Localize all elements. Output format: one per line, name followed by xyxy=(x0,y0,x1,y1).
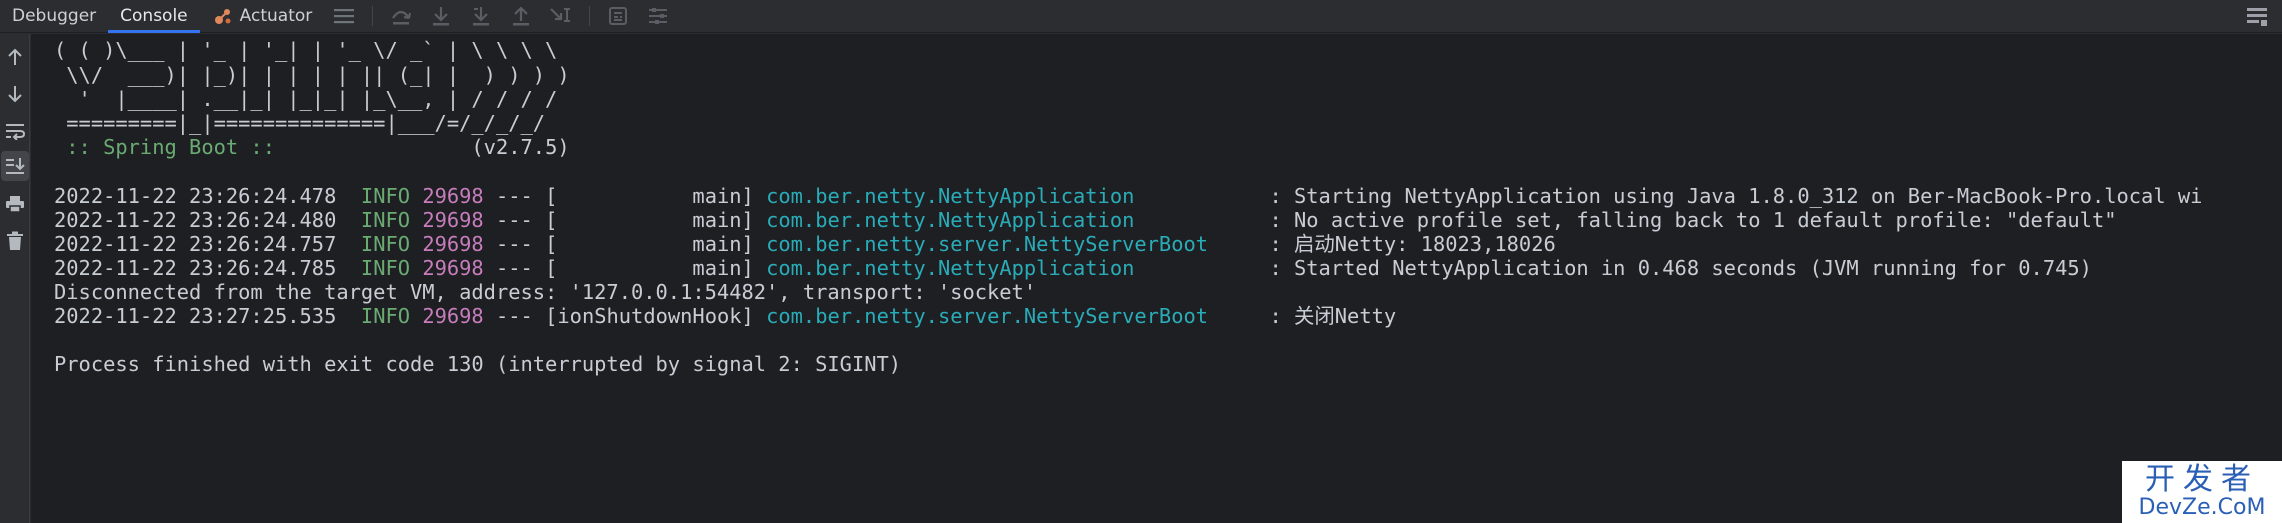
force-step-into-icon[interactable] xyxy=(466,1,496,31)
step-into-icon[interactable] xyxy=(426,1,456,31)
banner-line-1: ( ( )\___ | '_ | '_| | '_ \/ _` | \ \ \ … xyxy=(54,38,558,62)
spring-boot-label: :: Spring Boot :: xyxy=(54,135,288,159)
tab-console[interactable]: Console xyxy=(108,0,200,33)
menu-icon[interactable] xyxy=(329,1,359,31)
banner-line-2: \\/ ___)| |_)| | | | | || (_| | ) ) ) ) xyxy=(54,63,570,87)
evaluate-icon[interactable] xyxy=(603,1,633,31)
toolbar-divider xyxy=(372,6,374,26)
trace-icon[interactable] xyxy=(643,1,673,31)
clear-icon[interactable] xyxy=(1,226,29,256)
log-line: 2022-11-22 23:26:24.480 INFO 29698 --- [… xyxy=(54,208,2117,232)
tab-actuator[interactable]: Actuator xyxy=(200,0,325,33)
console-side-toolbar xyxy=(0,34,30,523)
run-to-cursor-icon[interactable] xyxy=(546,1,576,31)
spring-boot-version: (v2.7.5) xyxy=(471,135,570,159)
banner-line-4: =========|_|==============|___/=/_/_/_/ xyxy=(54,111,546,135)
scroll-up-icon[interactable] xyxy=(1,42,29,72)
watermark-logo: 开发者 DevZe.CoM xyxy=(2122,461,2282,523)
scroll-to-end-icon[interactable] xyxy=(1,151,29,181)
log-line: 2022-11-22 23:26:24.785 INFO 29698 --- [… xyxy=(54,256,2092,280)
print-icon[interactable] xyxy=(1,189,29,219)
tab-actuator-label: Actuator xyxy=(239,6,313,26)
layout-settings-icon[interactable] xyxy=(2244,4,2270,30)
watermark-bottom-text: DevZe.CoM xyxy=(2138,495,2266,520)
disconnected-line: Disconnected from the target VM, address… xyxy=(54,280,1037,304)
scroll-down-icon[interactable] xyxy=(1,79,29,109)
actuator-icon xyxy=(212,5,234,27)
tab-console-label: Console xyxy=(120,6,188,26)
banner-line-3: ' |____| .__|_| |_|_| |_\__, | / / / / xyxy=(54,87,558,111)
step-out-icon[interactable] xyxy=(506,1,536,31)
toolbar-divider-2 xyxy=(589,6,591,26)
process-finished-line: Process finished with exit code 130 (int… xyxy=(54,352,902,376)
console-output[interactable]: ( ( )\___ | '_ | '_| | '_ \/ _` | \ \ \ … xyxy=(31,34,2282,523)
step-over-icon[interactable] xyxy=(386,1,416,31)
tool-window-tab-bar: Debugger Console Actuator xyxy=(0,0,2282,33)
log-line: 2022-11-22 23:26:24.757 INFO 29698 --- [… xyxy=(54,232,1556,256)
spring-boot-banner: :: Spring Boot :: (v2.7.5) xyxy=(54,135,570,159)
log-line: 2022-11-22 23:27:25.535 INFO 29698 --- [… xyxy=(54,304,1397,328)
watermark-top-text: 开发者 xyxy=(2145,462,2259,497)
tab-debugger[interactable]: Debugger xyxy=(0,0,108,33)
soft-wrap-icon[interactable] xyxy=(1,116,29,146)
log-line: 2022-11-22 23:26:24.478 INFO 29698 --- [… xyxy=(54,184,2203,208)
